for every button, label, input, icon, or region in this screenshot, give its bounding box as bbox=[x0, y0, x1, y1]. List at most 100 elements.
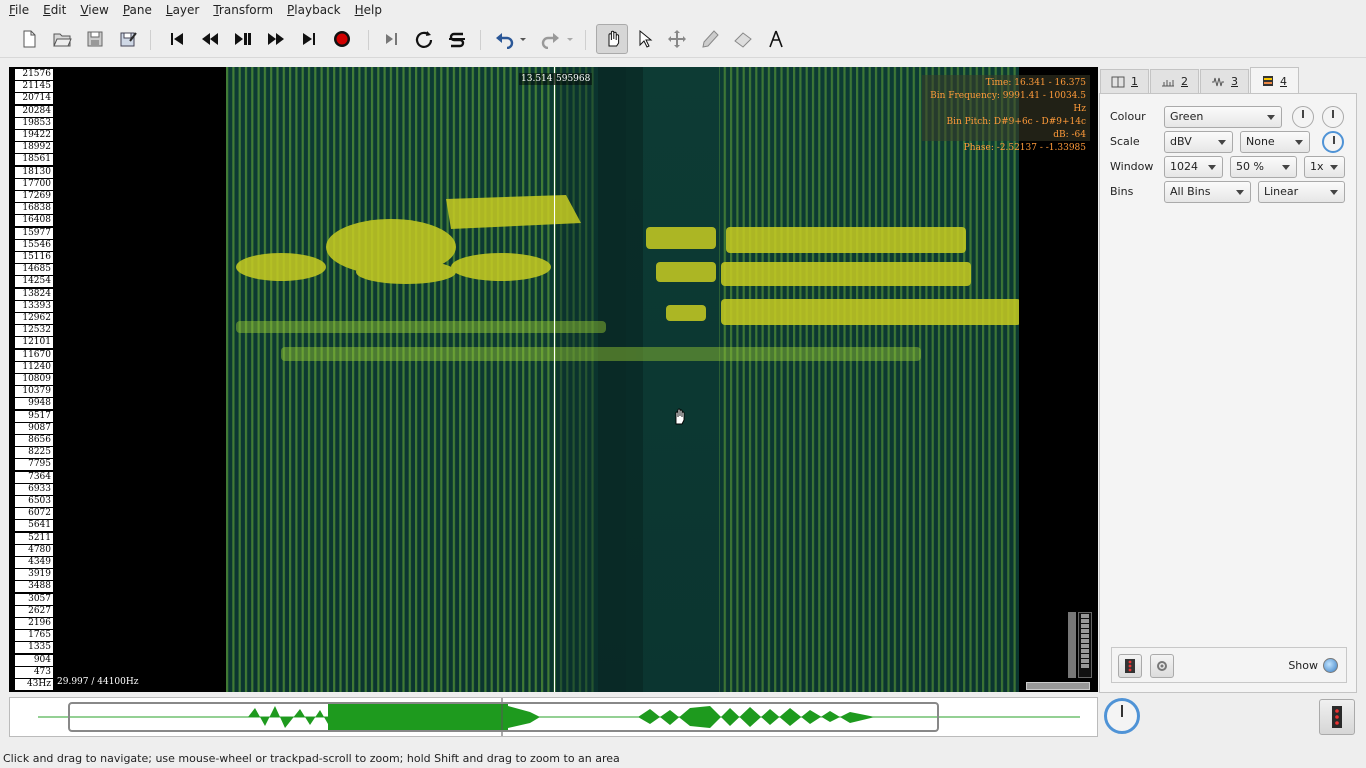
duration-rate-label: 29.997 / 44100Hz bbox=[53, 676, 143, 688]
colour-rotation-dial[interactable] bbox=[1292, 106, 1314, 128]
new-file-icon[interactable] bbox=[16, 26, 42, 52]
save-icon[interactable] bbox=[82, 26, 108, 52]
colour-select[interactable]: Green bbox=[1164, 106, 1282, 128]
move-tool-icon[interactable] bbox=[664, 26, 690, 52]
play-selection-icon[interactable] bbox=[378, 26, 404, 52]
frequency-scale-label: 6072 bbox=[15, 508, 53, 520]
measure-tool-icon[interactable] bbox=[763, 26, 789, 52]
frequency-scale-label: 20714 bbox=[15, 93, 53, 105]
frequency-scale-label: 9087 bbox=[15, 422, 53, 434]
tab-1-label: 1 bbox=[1131, 75, 1138, 88]
playback-parameters-button[interactable] bbox=[1319, 699, 1355, 735]
info-phase: Phase: -2.52137 - -1.33985 bbox=[963, 143, 1086, 153]
playhead-frame-label: 595968 bbox=[554, 73, 593, 85]
fast-forward-icon[interactable] bbox=[263, 26, 289, 52]
play-pause-icon[interactable] bbox=[230, 26, 256, 52]
record-icon[interactable] bbox=[329, 26, 355, 52]
frequency-scale-label: 10379 bbox=[15, 386, 53, 398]
rewind-start-icon[interactable] bbox=[164, 26, 190, 52]
menu-edit[interactable]: Edit bbox=[38, 3, 71, 17]
tab-2[interactable]: 2 bbox=[1150, 69, 1199, 93]
cursor-info-box: Time: 16.341 - 16.375 Bin Frequency: 999… bbox=[922, 75, 1090, 153]
normalization-select[interactable]: None bbox=[1240, 131, 1310, 153]
frequency-scale-label: 904 bbox=[15, 654, 53, 666]
window-overlap-select[interactable]: 50 % bbox=[1230, 156, 1297, 178]
frequency-scale-label: 19422 bbox=[15, 130, 53, 141]
layer-settings-button[interactable] bbox=[1150, 654, 1174, 678]
frequency-scale: 21576 21145 20714 20284 19853 19422 18992 18561… bbox=[9, 67, 53, 692]
undo-icon[interactable] bbox=[492, 26, 518, 52]
spectrogram-view[interactable] bbox=[226, 67, 1019, 692]
overview-pane[interactable] bbox=[9, 697, 1098, 737]
frequency-scale-label: 16838 bbox=[15, 203, 53, 215]
frequency-scale-label: 11670 bbox=[15, 349, 53, 361]
frequency-scale-label: 20284 bbox=[15, 105, 53, 117]
frequency-scale-select[interactable]: Linear bbox=[1258, 181, 1345, 203]
menu-help[interactable]: Help bbox=[350, 3, 387, 17]
frequency-scale-label: 12101 bbox=[15, 337, 53, 349]
play-parameters-icon bbox=[1125, 659, 1135, 673]
solo-icon[interactable] bbox=[444, 26, 470, 52]
tab-4-label: 4 bbox=[1280, 74, 1287, 88]
menu-transform[interactable]: Transform bbox=[208, 3, 278, 17]
frequency-scale-label: 18130 bbox=[15, 166, 53, 178]
frequency-scale-label: 1765 bbox=[15, 630, 53, 642]
menu-view[interactable]: View bbox=[75, 3, 113, 17]
scale-select[interactable]: dBV bbox=[1164, 131, 1233, 153]
spectrogram-icon bbox=[1263, 76, 1273, 86]
frequency-scale-label: 10809 bbox=[15, 374, 53, 385]
loop-icon[interactable] bbox=[411, 26, 437, 52]
colour-label: Colour bbox=[1110, 110, 1146, 123]
playback-gain-dial[interactable] bbox=[1104, 698, 1140, 734]
bins-label: Bins bbox=[1110, 185, 1134, 198]
frequency-scale-label: 3488 bbox=[15, 581, 53, 593]
spectrogram-pane[interactable]: 21576 21145 20714 20284 19853 19422 18992 18561… bbox=[9, 67, 1098, 692]
show-toggle[interactable] bbox=[1323, 658, 1338, 673]
frequency-scale-label: 4349 bbox=[15, 557, 53, 568]
frequency-scale-label: 9517 bbox=[15, 410, 53, 422]
rewind-icon[interactable] bbox=[197, 26, 223, 52]
overview-view-frame[interactable] bbox=[68, 702, 939, 732]
frequency-scale-label: 9948 bbox=[15, 398, 53, 410]
info-db: dB: -64 bbox=[1053, 130, 1086, 140]
frequency-scale-label: 6503 bbox=[15, 496, 53, 507]
frequency-scale-label: 15546 bbox=[15, 239, 53, 251]
window-size-select[interactable]: 1024 bbox=[1164, 156, 1223, 178]
vertical-zoom-thumbwheel[interactable] bbox=[1078, 612, 1092, 678]
frequency-scale-label: 2196 bbox=[15, 618, 53, 629]
tab-4[interactable]: 4 bbox=[1250, 67, 1299, 94]
erase-tool-icon[interactable] bbox=[730, 26, 756, 52]
open-icon[interactable] bbox=[49, 26, 75, 52]
layer-tabs: 1 2 3 4 bbox=[1099, 67, 1366, 94]
oversampling-select[interactable]: 1x bbox=[1304, 156, 1345, 178]
menu-bar: File Edit View Pane Layer Transform Play… bbox=[0, 0, 1366, 20]
layer-colour-button[interactable] bbox=[1118, 654, 1142, 678]
menu-file[interactable]: File bbox=[4, 3, 34, 17]
horizontal-zoom-thumbwheel[interactable] bbox=[1026, 682, 1090, 690]
frequency-scale-label: 19853 bbox=[15, 117, 53, 129]
frequency-scale-label: 12962 bbox=[15, 313, 53, 324]
vertical-zoom-slider[interactable] bbox=[1068, 612, 1076, 678]
threshold-dial[interactable] bbox=[1322, 106, 1344, 128]
forward-end-icon[interactable] bbox=[296, 26, 322, 52]
menu-pane[interactable]: Pane bbox=[118, 3, 157, 17]
spectrogram-properties: Colour Green Scale dBV None Window 1024 … bbox=[1099, 93, 1357, 693]
frequency-scale-label: 43Hz bbox=[15, 679, 53, 690]
bins-display-select[interactable]: All Bins bbox=[1164, 181, 1251, 203]
gain-dial[interactable] bbox=[1322, 131, 1344, 153]
redo-icon[interactable] bbox=[537, 26, 563, 52]
spectrogram-image bbox=[226, 67, 1019, 692]
chevron-down-icon[interactable] bbox=[563, 26, 577, 52]
playhead-line[interactable] bbox=[554, 67, 555, 692]
chevron-down-icon[interactable] bbox=[516, 26, 530, 52]
select-tool-icon[interactable] bbox=[631, 26, 657, 52]
frequency-scale-label: 5641 bbox=[15, 520, 53, 532]
tab-1[interactable]: 1 bbox=[1100, 69, 1149, 93]
menu-playback[interactable]: Playback bbox=[282, 3, 346, 17]
tab-3[interactable]: 3 bbox=[1200, 69, 1249, 93]
navigate-tool-icon[interactable] bbox=[596, 24, 628, 54]
draw-tool-icon[interactable] bbox=[697, 26, 723, 52]
save-as-icon[interactable] bbox=[115, 26, 141, 52]
waveform-icon bbox=[1212, 77, 1224, 86]
menu-layer[interactable]: Layer bbox=[161, 3, 204, 17]
